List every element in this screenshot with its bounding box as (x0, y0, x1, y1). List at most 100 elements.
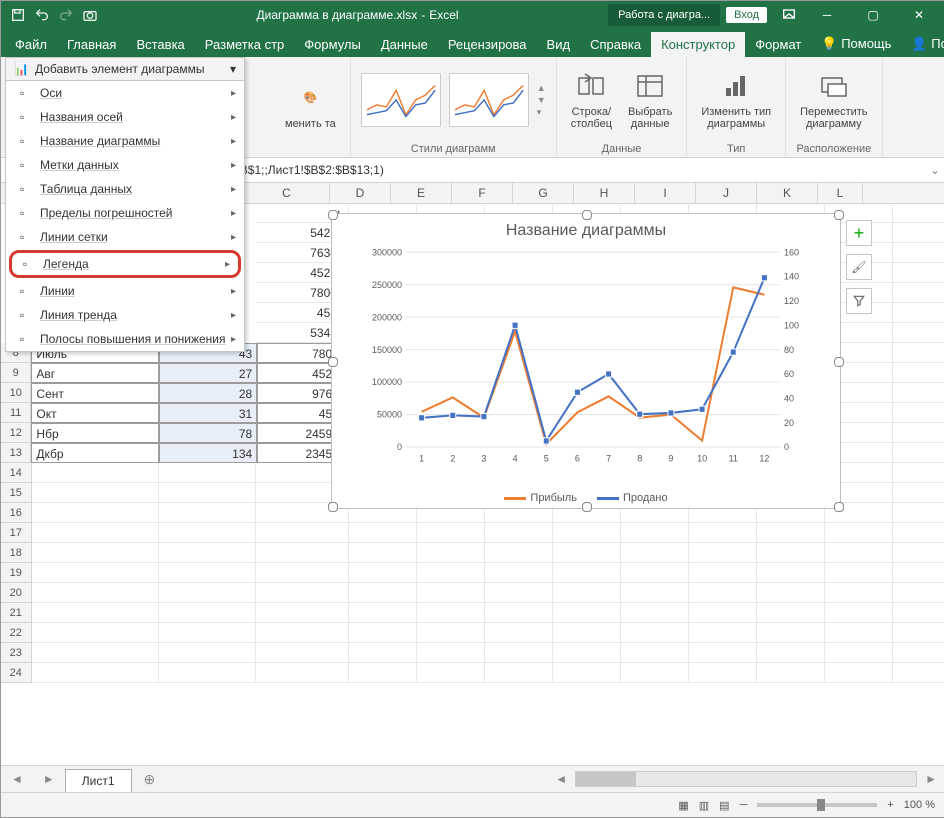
cell[interactable] (621, 643, 689, 663)
cell[interactable] (349, 643, 417, 663)
cell[interactable] (825, 523, 893, 543)
col-header-D[interactable]: D (330, 183, 391, 203)
cell[interactable] (825, 583, 893, 603)
cell[interactable] (256, 523, 349, 543)
cell[interactable] (757, 523, 825, 543)
row-header[interactable]: 17 (1, 523, 32, 543)
styles-more-icon[interactable]: ▾ (537, 107, 546, 118)
cell[interactable] (553, 623, 621, 643)
cell[interactable] (893, 623, 944, 643)
cell[interactable] (689, 623, 757, 643)
cell[interactable] (553, 563, 621, 583)
cell[interactable] (417, 543, 485, 563)
embedded-chart[interactable]: Название диаграммы 050000100000150000200… (331, 213, 841, 509)
cell[interactable] (256, 543, 349, 563)
cell[interactable] (553, 663, 621, 683)
cell[interactable] (485, 643, 553, 663)
cell[interactable] (349, 563, 417, 583)
cell[interactable] (256, 603, 349, 623)
cell[interactable] (825, 543, 893, 563)
cell[interactable] (553, 523, 621, 543)
cell[interactable] (32, 623, 159, 643)
cell[interactable]: 134 (159, 443, 257, 463)
cell[interactable]: Сент (31, 383, 159, 403)
cell[interactable] (621, 563, 689, 583)
cell[interactable] (893, 303, 944, 323)
cell[interactable] (757, 643, 825, 663)
cell[interactable] (485, 663, 553, 683)
cell[interactable] (893, 643, 944, 663)
cell[interactable] (349, 603, 417, 623)
chart-styles-button[interactable]: 🖌 (846, 254, 872, 280)
cell[interactable] (621, 543, 689, 563)
zoom-level[interactable]: 100 % (904, 799, 935, 811)
zoom-in-button[interactable]: + (887, 799, 893, 811)
cell[interactable]: 27 (159, 363, 257, 383)
row-header[interactable]: 12 (1, 423, 31, 443)
cell[interactable] (32, 543, 159, 563)
row-header[interactable]: 18 (1, 543, 32, 563)
row-header[interactable]: 20 (1, 583, 32, 603)
row-header[interactable]: 9 (1, 363, 31, 383)
chart-style-1[interactable] (361, 73, 441, 127)
view-page-break-icon[interactable]: ▤ (719, 799, 729, 812)
select-data-button[interactable]: Выбрать данные (624, 66, 676, 134)
cell[interactable] (689, 603, 757, 623)
cell[interactable] (893, 523, 944, 543)
close-button[interactable]: ✕ (897, 1, 941, 29)
cell[interactable] (689, 583, 757, 603)
menu-item-Линии сетки[interactable]: ▫Линии сетки▸ (6, 225, 244, 249)
cell[interactable] (621, 663, 689, 683)
col-header-I[interactable]: I (635, 183, 696, 203)
tab-layout[interactable]: Разметка стр (195, 32, 294, 57)
row-header[interactable]: 14 (1, 463, 32, 483)
cell[interactable] (256, 643, 349, 663)
cell[interactable] (485, 623, 553, 643)
menu-item-Названия осей[interactable]: ▫Названия осей▸ (6, 105, 244, 129)
col-header-H[interactable]: H (574, 183, 635, 203)
cell[interactable] (32, 643, 159, 663)
cell[interactable] (553, 603, 621, 623)
sheet-nav-next-icon[interactable]: ► (33, 772, 65, 786)
cell[interactable] (485, 603, 553, 623)
chart-filters-button[interactable] (846, 288, 872, 314)
cell[interactable] (32, 463, 159, 483)
tab-insert[interactable]: Вставка (126, 32, 194, 57)
cell[interactable] (256, 583, 349, 603)
view-page-layout-icon[interactable]: ▥ (699, 799, 709, 812)
row-header[interactable]: 24 (1, 663, 32, 683)
maximize-button[interactable]: ▢ (851, 1, 895, 29)
cell[interactable] (256, 563, 349, 583)
row-header[interactable]: 23 (1, 643, 32, 663)
cell[interactable]: 78 (159, 423, 257, 443)
cell[interactable] (417, 623, 485, 643)
cell[interactable] (893, 543, 944, 563)
cell[interactable] (893, 563, 944, 583)
cell[interactable]: 31 (159, 403, 257, 423)
cell[interactable] (553, 543, 621, 563)
cell[interactable] (159, 483, 257, 503)
cell[interactable] (349, 663, 417, 683)
cell[interactable] (621, 623, 689, 643)
row-header[interactable]: 19 (1, 563, 32, 583)
cell[interactable] (893, 263, 944, 283)
add-chart-element-button[interactable]: 📊 Добавить элемент диаграммы ▾ (5, 57, 245, 81)
cell[interactable] (417, 523, 485, 543)
cell[interactable] (32, 523, 159, 543)
row-header[interactable]: 10 (1, 383, 31, 403)
cell[interactable] (757, 583, 825, 603)
col-header-F[interactable]: F (452, 183, 513, 203)
cell[interactable] (689, 663, 757, 683)
col-header-E[interactable]: E (391, 183, 452, 203)
tell-me[interactable]: 💡 Помощь (811, 31, 901, 57)
cell[interactable] (417, 603, 485, 623)
tab-data[interactable]: Данные (371, 32, 438, 57)
cell[interactable] (825, 663, 893, 683)
change-chart-type-button[interactable]: Изменить тип диаграммы (697, 66, 775, 134)
cell[interactable] (893, 343, 944, 363)
move-chart-button[interactable]: Переместить диаграмму (796, 66, 871, 134)
cell[interactable] (689, 563, 757, 583)
row-header[interactable]: 11 (1, 403, 31, 423)
tab-file[interactable]: Файл (5, 32, 57, 57)
cell[interactable] (893, 243, 944, 263)
